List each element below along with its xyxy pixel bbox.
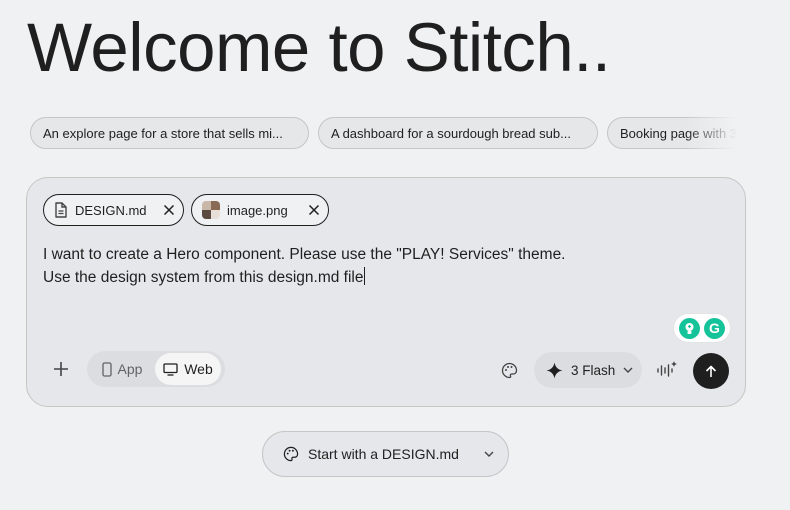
prompt-line: Use the design system from this design.m… [43, 267, 366, 286]
phone-icon [101, 361, 112, 377]
voice-input-button[interactable] [653, 356, 681, 384]
prompt-composer: DESIGN.md image.png I want to create a H… [26, 177, 746, 407]
suggestion-chips: An explore page for a store that sells m… [30, 117, 746, 150]
monitor-icon [163, 362, 178, 376]
text-caret [364, 267, 366, 285]
add-attachment-button[interactable] [47, 355, 75, 383]
model-label: 3 Flash [571, 362, 616, 378]
suggestion-chip-booking-page[interactable]: Booking page with 30 [607, 117, 746, 149]
start-button-label: Start with a DESIGN.md [308, 446, 459, 462]
grammarly-widget[interactable]: G [674, 314, 730, 342]
send-button[interactable] [693, 353, 729, 389]
attachment-name: image.png [227, 202, 288, 218]
image-thumbnail-icon [202, 201, 220, 219]
arrow-up-icon [705, 365, 717, 378]
platform-option-label: Web [184, 361, 213, 377]
chevron-down-icon [623, 367, 633, 373]
waveform-sparkle-icon [656, 360, 678, 380]
platform-option-web[interactable]: Web [155, 353, 221, 385]
page-title: Welcome to Stitch.. [27, 9, 611, 86]
platform-option-app[interactable]: App [89, 353, 155, 385]
suggestion-chip-dashboard[interactable]: A dashboard for a sourdough bread sub... [318, 117, 598, 149]
prompt-line: I want to create a Hero component. Pleas… [43, 246, 566, 263]
attachment-name: DESIGN.md [75, 202, 147, 218]
platform-toggle: App Web [87, 351, 225, 387]
prompt-textarea[interactable]: I want to create a Hero component. Pleas… [43, 243, 723, 289]
lightbulb-icon[interactable] [679, 317, 700, 339]
grammarly-g-icon[interactable]: G [704, 317, 725, 339]
platform-option-label: App [117, 361, 143, 377]
chevron-down-icon [484, 451, 494, 457]
model-selector[interactable]: 3 Flash [534, 352, 642, 388]
file-icon [54, 202, 68, 218]
sparkle-icon [546, 362, 563, 379]
attachment-chip-design-md[interactable]: DESIGN.md [43, 194, 184, 226]
remove-attachment-icon[interactable] [163, 204, 175, 216]
plus-icon [53, 361, 69, 377]
start-with-design-md-button[interactable]: Start with a DESIGN.md [262, 431, 509, 477]
palette-icon [501, 362, 518, 379]
theme-button[interactable] [495, 356, 523, 384]
suggestion-chip-explore-page[interactable]: An explore page for a store that sells m… [30, 117, 309, 149]
attachment-chip-image-png[interactable]: image.png [191, 194, 329, 226]
remove-attachment-icon[interactable] [308, 204, 320, 216]
palette-icon [283, 446, 299, 462]
stitch-home: Welcome to Stitch.. An explore page for … [0, 0, 790, 510]
